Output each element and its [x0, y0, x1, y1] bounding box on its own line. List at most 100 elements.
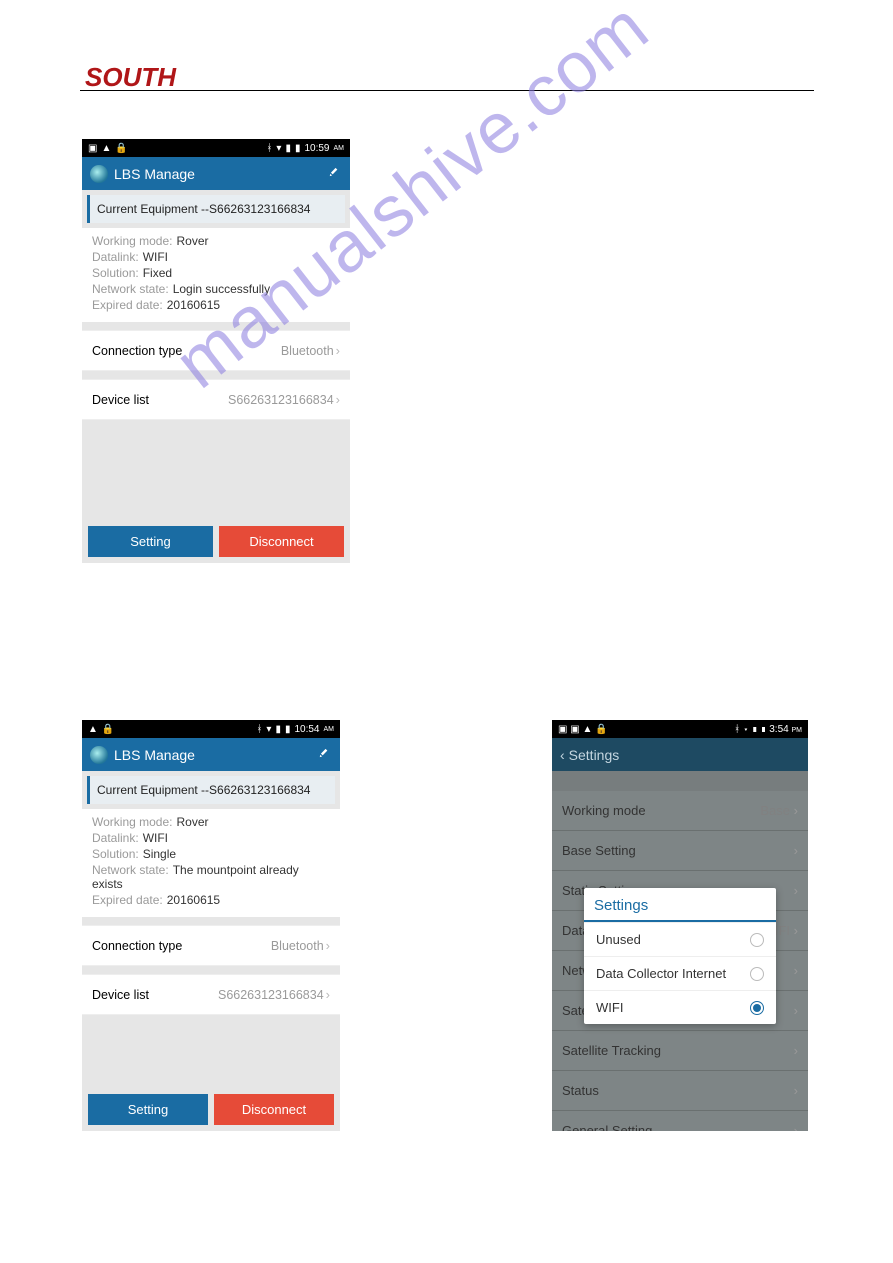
working-mode-label: Working mode	[562, 803, 646, 818]
warning-icon: ▲	[101, 143, 111, 154]
setting-button[interactable]: Setting	[88, 1094, 208, 1125]
status-bar: ▲ 🔒 ᚼ ▾ ▮ ▮ 10:54 AM	[82, 720, 340, 738]
signal-icon: ▮	[275, 724, 281, 735]
equipment-info: Working mode:Rover Datalink:WIFI Solutio…	[82, 228, 350, 322]
device-list-value: S66263123166834	[228, 393, 334, 407]
lock-icon: 🔒	[102, 724, 114, 735]
settings-dialog: Settings Unused Data Collector Internet …	[584, 888, 776, 1024]
dialog-title: Settings	[584, 888, 776, 922]
solution-label: Solution:	[92, 266, 139, 280]
connection-type-row[interactable]: Connection type Bluetooth›	[82, 925, 340, 966]
status-time: 10:59	[304, 143, 329, 154]
device-list-row[interactable]: Device list S66263123166834›	[82, 974, 340, 1015]
wifi-icon: ▾	[743, 724, 749, 735]
chevron-right-icon: ›	[794, 1043, 798, 1058]
equipment-info: Working mode:Rover Datalink:WIFI Solutio…	[82, 809, 340, 917]
south-logo: SOUTH	[85, 62, 176, 93]
status-label: Status	[562, 1083, 599, 1098]
notification-icon: ▣	[88, 143, 97, 154]
lock-icon: 🔒	[115, 143, 127, 154]
app-icon	[90, 165, 108, 183]
status-row[interactable]: Status ›	[552, 1071, 808, 1111]
chevron-right-icon: ›	[794, 1083, 798, 1098]
screenshot-1: ▣ ▲ 🔒 ᚼ ▾ ▮ ▮ 10:59 AM LBS Manage Curren…	[82, 139, 350, 563]
chevron-right-icon: ›	[794, 923, 798, 938]
wifi-icon: ▾	[266, 724, 271, 735]
datalink-value: IFI	[775, 923, 790, 938]
connection-type-label: Connection type	[92, 939, 182, 953]
header-divider	[80, 90, 814, 91]
option-label: WIFI	[596, 1000, 623, 1015]
disconnect-button[interactable]: Disconnect	[219, 526, 344, 557]
radio-icon	[750, 967, 764, 981]
working-mode-label: Working mode:	[92, 234, 172, 248]
working-mode-row[interactable]: Working mode Base ›	[552, 791, 808, 831]
warning-icon: ▲	[88, 724, 98, 735]
battery-icon: ▮	[760, 724, 766, 735]
screenshot-3: ▣ ▣ ▲ 🔒 ᚼ ▾ ▮ ▮ 3:54 PM ‹ Settings Worki…	[552, 720, 808, 1131]
base-setting-row[interactable]: Base Setting ›	[552, 831, 808, 871]
chevron-right-icon: ›	[794, 963, 798, 978]
datalink-value: WIFI	[143, 250, 168, 264]
battery-icon: ▮	[295, 143, 301, 154]
chevron-right-icon: ›	[336, 392, 340, 407]
status-ampm: AM	[334, 145, 345, 152]
device-list-value: S66263123166834	[218, 988, 324, 1002]
device-list-row[interactable]: Device list S66263123166834›	[82, 379, 350, 420]
bluetooth-icon: ᚼ	[266, 143, 272, 154]
chevron-right-icon: ›	[794, 883, 798, 898]
setting-button[interactable]: Setting	[88, 526, 213, 557]
satellite-icon[interactable]	[328, 165, 342, 182]
disconnect-button[interactable]: Disconnect	[214, 1094, 334, 1125]
app-title: LBS Manage	[114, 747, 195, 763]
chevron-right-icon: ›	[326, 987, 330, 1002]
general-setting-row[interactable]: General Setting ›	[552, 1111, 808, 1131]
network-state-label: Network state:	[92, 282, 169, 296]
satellite-tracking-row[interactable]: Satellite Tracking ›	[552, 1031, 808, 1071]
current-equipment-banner: Current Equipment --S66263123166834	[87, 195, 345, 223]
satellite-icon[interactable]	[318, 746, 332, 763]
battery-icon: ▮	[285, 724, 291, 735]
title-bar: LBS Manage	[82, 157, 350, 190]
chevron-right-icon: ›	[794, 1003, 798, 1018]
expired-date-label: Expired date:	[92, 893, 163, 907]
connection-type-row[interactable]: Connection type Bluetooth›	[82, 330, 350, 371]
chevron-right-icon: ›	[794, 843, 798, 858]
title-bar: LBS Manage	[82, 738, 340, 771]
status-ampm: PM	[792, 727, 803, 734]
chevron-left-icon: ‹	[560, 747, 565, 763]
status-time: 10:54	[294, 724, 319, 735]
working-mode-label: Working mode:	[92, 815, 172, 829]
dialog-option-unused[interactable]: Unused	[584, 922, 776, 956]
connection-type-value: Bluetooth	[281, 344, 334, 358]
title-bar[interactable]: ‹ Settings	[552, 738, 808, 771]
current-equipment-banner: Current Equipment --S66263123166834	[87, 776, 335, 804]
option-label: Unused	[596, 932, 641, 947]
working-mode-value: Base	[760, 803, 790, 818]
bluetooth-icon: ᚼ	[734, 724, 740, 735]
chevron-right-icon: ›	[794, 803, 798, 818]
device-list-label: Device list	[92, 393, 149, 407]
app-icon	[90, 746, 108, 764]
app-title: LBS Manage	[114, 166, 195, 182]
connection-type-value: Bluetooth	[271, 939, 324, 953]
network-state-label: Network state:	[92, 863, 169, 877]
expired-date-value: 20160615	[167, 893, 220, 907]
connection-type-label: Connection type	[92, 344, 182, 358]
status-bar: ▣ ▣ ▲ 🔒 ᚼ ▾ ▮ ▮ 3:54 PM	[552, 720, 808, 738]
status-ampm: AM	[324, 726, 335, 733]
radio-icon	[750, 933, 764, 947]
radio-icon-selected	[750, 1001, 764, 1015]
signal-icon: ▮	[752, 724, 758, 735]
notification-icon: ▣ ▣ ▲ 🔒	[558, 724, 608, 735]
datalink-label: Datalink:	[92, 250, 139, 264]
working-mode-value: Rover	[176, 815, 208, 829]
dialog-option-data-collector-internet[interactable]: Data Collector Internet	[584, 956, 776, 990]
dialog-option-wifi[interactable]: WIFI	[584, 990, 776, 1024]
page-title: Settings	[569, 747, 620, 763]
status-bar: ▣ ▲ 🔒 ᚼ ▾ ▮ ▮ 10:59 AM	[82, 139, 350, 157]
solution-value: Single	[143, 847, 176, 861]
option-label: Data Collector Internet	[596, 966, 726, 981]
status-time: 3:54	[769, 724, 788, 735]
expired-date-value: 20160615	[167, 298, 220, 312]
